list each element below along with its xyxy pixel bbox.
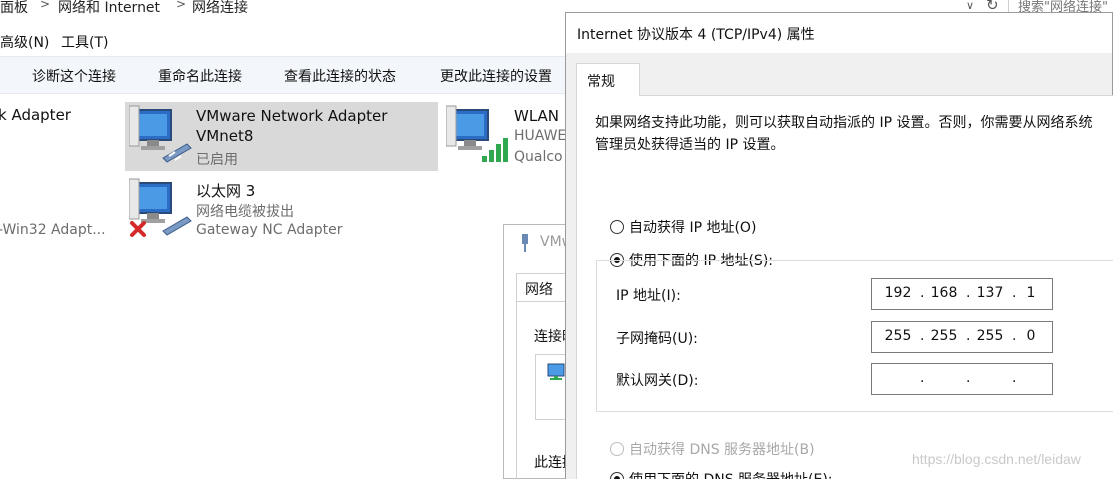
dialog-body: 常规 如果网络支持此功能，则可以获取自动指派的 IP 设置。否则，你需要从网络系…: [566, 53, 1113, 479]
menu-tools[interactable]: 工具(T): [61, 32, 108, 52]
adapter-device: -Win32 Adapt...: [0, 222, 106, 238]
breadcrumb-control-panel[interactable]: 面板: [0, 0, 28, 17]
ip-dot: .: [1012, 328, 1017, 344]
breadcrumb-network-connections[interactable]: 网络连接: [192, 0, 248, 17]
dialog-title: Internet 协议版本 4 (TCP/IPv4) 属性: [577, 27, 815, 43]
change-settings-button[interactable]: 更改此连接的设置: [440, 66, 552, 86]
auto-ip-label[interactable]: 自动获得 IP 地址(O): [629, 217, 756, 237]
adapter-name: 以太网 3: [196, 182, 256, 200]
manual-dns-radio[interactable]: [610, 472, 624, 479]
tab-label: 常规: [587, 74, 615, 90]
adapter-item-vmnet8[interactable]: VMware Network Adapter VMnet8 已启用: [125, 102, 438, 171]
view-status-button[interactable]: 查看此连接的状态: [284, 66, 396, 86]
chevron-down-icon[interactable]: ∨: [966, 0, 974, 12]
ip-dot: .: [966, 328, 971, 344]
tab-general[interactable]: 常规: [576, 63, 640, 96]
chevron-right-icon: >: [40, 0, 51, 11]
ip-settings-group: IP 地址(I): 192 . 168 . 137 . 1 子网掩码(U): 2…: [596, 260, 1113, 412]
subnet-mask-label: 子网掩码(U):: [616, 331, 698, 347]
adapter-device: Qualco: [514, 149, 563, 165]
breadcrumb-network-internet[interactable]: 网络和 Internet: [58, 0, 160, 17]
mask-octet-1: 255: [884, 328, 912, 344]
adapter-name: k Adapter: [0, 106, 71, 124]
adapter-device: VMnet8: [196, 127, 254, 145]
auto-dns-radio[interactable]: [610, 442, 624, 456]
description-text: 如果网络支持此功能，则可以获取自动指派的 IP 设置。否则，你需要从网络系统管理…: [595, 115, 1093, 153]
auto-ip-radio[interactable]: [610, 220, 624, 234]
ip-dot: .: [1012, 285, 1017, 301]
tab-panel: 如果网络支持此功能，则可以获取自动指派的 IP 设置。否则，你需要从网络系统管理…: [576, 95, 1113, 479]
adapter-status: 已启用: [196, 152, 238, 168]
rename-button[interactable]: 重命名此连接: [158, 66, 242, 86]
wifi-adapter-icon: [446, 105, 508, 162]
ip-address-field[interactable]: 192 . 168 . 137 . 1: [871, 278, 1053, 310]
gateway-label: 默认网关(D):: [616, 373, 699, 389]
auto-dns-label[interactable]: 自动获得 DNS 服务器地址(B): [629, 439, 815, 459]
subnet-mask-field[interactable]: 255 . 255 . 255 . 0: [871, 321, 1053, 353]
chevron-right-icon: >: [176, 0, 187, 11]
ip-dot: .: [966, 370, 971, 386]
adapter-item-ethernet3[interactable]: 以太网 3 网络电缆被拔出 Gateway NC Adapter: [125, 175, 438, 245]
title-bar[interactable]: Internet 协议版本 4 (TCP/IPv4) 属性: [566, 13, 1112, 53]
adapter-status: 网络电缆被拔出: [196, 204, 294, 220]
ip-octet-3: 137: [976, 285, 1004, 301]
manual-dns-label[interactable]: 使用下面的 DNS 服务器地址(E):: [629, 469, 833, 479]
watermark-text: https://blog.csdn.net/leidaw: [912, 451, 1081, 467]
ipv4-properties-dialog: Internet 协议版本 4 (TCP/IPv4) 属性 常规 如果网络支持此…: [565, 12, 1113, 479]
disconnected-x-icon: [130, 221, 146, 237]
ip-dot: .: [920, 370, 925, 386]
ip-octet-1: 192: [884, 285, 912, 301]
adapter-device: Gateway NC Adapter: [196, 222, 343, 238]
diagnose-button[interactable]: 诊断这个连接: [32, 66, 116, 86]
menu-advanced[interactable]: 高级(N): [0, 32, 49, 52]
ip-dot: .: [920, 328, 925, 344]
adapter-name: WLAN: [514, 107, 560, 125]
network-adapter-icon: [129, 105, 192, 163]
ip-dot: .: [920, 285, 925, 301]
adapter-item[interactable]: k Adapter: [0, 95, 120, 171]
network-plug-icon: [522, 234, 528, 252]
ip-dot: .: [1012, 370, 1017, 386]
mask-octet-4: 0: [1026, 328, 1036, 344]
ip-octet-4: 1: [1026, 285, 1036, 301]
tab-label: 网络: [525, 282, 553, 298]
adapter-name: VMware Network Adapter: [196, 107, 388, 125]
adapter-item[interactable]: -Win32 Adapt...: [0, 175, 120, 245]
ip-dot: .: [966, 285, 971, 301]
mask-octet-3: 255: [976, 328, 1004, 344]
gateway-field[interactable]: . . .: [871, 363, 1053, 395]
adapter-network: HUAWE: [514, 128, 567, 144]
adapter-item-wlan[interactable]: WLAN HUAWE Qualco: [446, 102, 566, 171]
mask-octet-2: 255: [930, 328, 958, 344]
ip-address-label: IP 地址(I):: [616, 288, 681, 304]
ip-octet-2: 168: [930, 285, 958, 301]
